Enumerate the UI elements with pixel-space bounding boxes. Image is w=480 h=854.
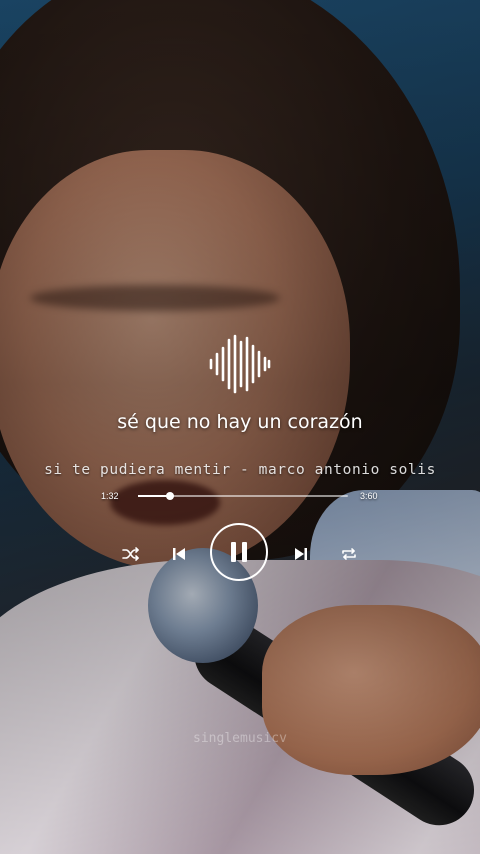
pause-icon[interactable] xyxy=(210,523,268,581)
soundwave-icon xyxy=(209,334,271,394)
lyric-line: sé que no hay un corazón xyxy=(117,411,363,433)
progress-knob[interactable] xyxy=(165,492,174,500)
current-time: 1:32 xyxy=(101,491,119,501)
total-time: 3:60 xyxy=(360,491,378,501)
progress-fill xyxy=(138,495,170,497)
skip-previous-icon[interactable] xyxy=(169,544,189,564)
watermark: singlemusicv xyxy=(193,731,287,746)
shuffle-icon[interactable] xyxy=(120,544,142,564)
skip-next-icon[interactable] xyxy=(291,544,311,564)
repeat-icon[interactable] xyxy=(338,544,360,564)
song-title: si te pudiera mentir - marco antonio sol… xyxy=(44,462,436,478)
progress-bar[interactable] xyxy=(138,492,348,500)
